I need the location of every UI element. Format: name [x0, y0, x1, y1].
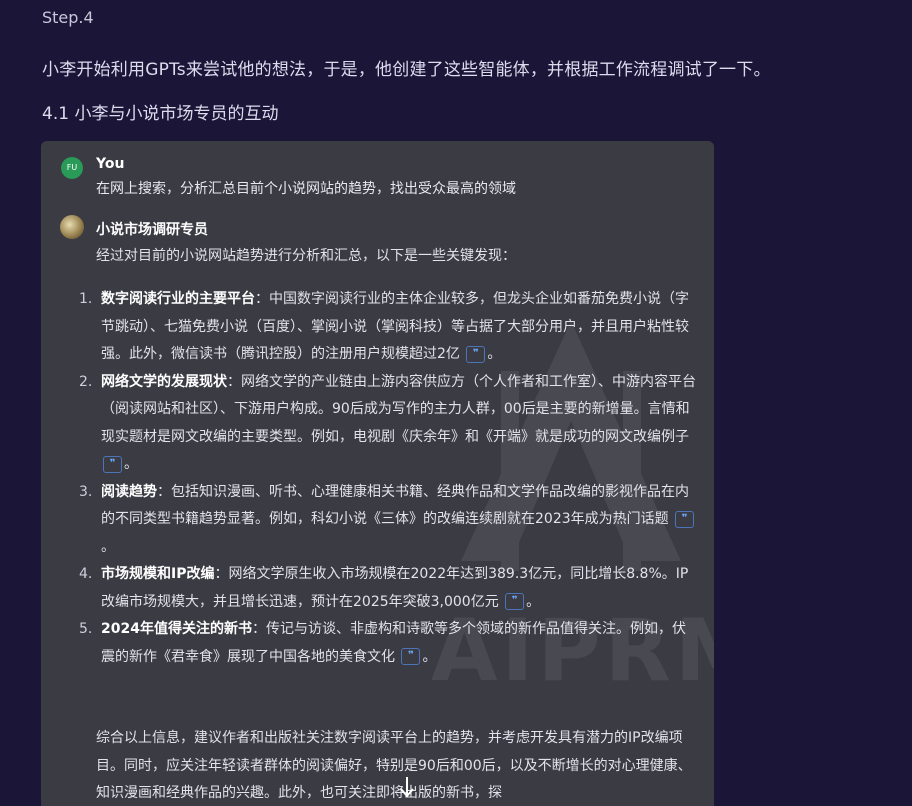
user-name: You [96, 156, 125, 172]
section-subtitle: 4.1 小李与小说市场专员的互动 [42, 104, 279, 124]
citation-link[interactable]: ❞ [675, 510, 695, 528]
list-number: 2. [79, 373, 93, 390]
citation-link[interactable]: ❞ [103, 455, 122, 473]
list-item: 4. 市场规模和IP改编：网络文学原生收入市场规模在2022年达到389.3亿元，… [79, 561, 699, 616]
item-title: 数字阅读行业的主要平台 [101, 291, 255, 307]
item-end: 。 [101, 538, 115, 555]
item-title: 阅读趋势 [101, 483, 157, 500]
citation-link[interactable]: ❞ [401, 648, 421, 665]
scroll-down-icon[interactable] [399, 775, 417, 801]
list-item: 5. 2024年值得关注的新书：传记与访谈、非虚构和诗歌等多个领域的新作品值得关注… [79, 616, 699, 671]
list-number: 3. [79, 483, 93, 500]
list-item: 1. 数字阅读行业的主要平台：中国数字阅读行业的主体企业较多，但龙头企业如番茄免费… [79, 286, 699, 369]
user-message: 在网上搜索，分析汇总目前个小说网站的趋势，找出受众最高的领域 [96, 181, 516, 197]
findings-list: 1. 数字阅读行业的主要平台：中国数字阅读行业的主体企业较多，但龙头企业如番茄免费… [79, 286, 699, 671]
item-end: 。 [124, 456, 138, 472]
item-end: 。 [422, 648, 437, 665]
intro-paragraph: 小李开始利用GPTs来尝试他的想法，于是，他创建了这些智能体，并根据工作流程调试… [42, 60, 771, 80]
item-title: 网络文学的发展现状 [101, 373, 227, 390]
list-item: 2. 网络文学的发展现状：网络文学的产业链由上游内容供应方（个人作者和工作室）、中… [79, 369, 699, 479]
item-text: ：包括知识漫画、听书、心理健康相关书籍、经典作品和文学作品改编的影视作品在内的不… [101, 483, 689, 528]
citation-link[interactable]: ❞ [505, 593, 525, 610]
item-end: 。 [487, 346, 502, 362]
list-number: 1. [79, 291, 93, 307]
bot-name: 小说市场调研专员 [96, 222, 208, 238]
bot-intro: 经过对目前的小说网站趋势进行分析和汇总，以下是一些关键发现： [96, 248, 516, 264]
chat-panel: AIPRM FU You 在网上搜索，分析汇总目前个小说网站的趋势，找出受众最高… [41, 141, 714, 806]
item-title: 市场规模和IP改编 [101, 566, 215, 582]
list-number: 5. [79, 621, 93, 637]
citation-link[interactable]: ❞ [466, 345, 486, 363]
list-item: 3. 阅读趋势：包括知识漫画、听书、心理健康相关书籍、经典作品和文学作品改编的影视… [79, 479, 699, 562]
item-end: 。 [526, 593, 541, 610]
list-number: 4. [79, 566, 93, 582]
user-avatar: FU [61, 157, 83, 179]
bot-avatar [60, 215, 84, 239]
step-label: Step.4 [42, 8, 94, 27]
item-title: 2024年值得关注的新书 [101, 621, 252, 637]
